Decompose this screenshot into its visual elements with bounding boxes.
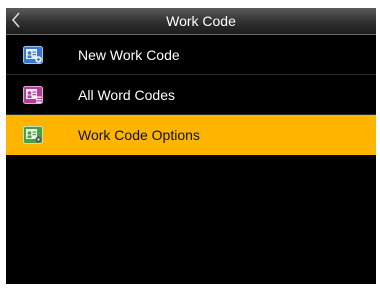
work-code-options-icon: [23, 126, 43, 144]
menu-item-all-work-codes[interactable]: All Word Codes: [6, 75, 376, 115]
title-bar: Work Code: [6, 8, 376, 35]
menu-item-work-code-options[interactable]: Work Code Options: [6, 115, 376, 155]
all-work-codes-icon: [23, 86, 43, 104]
menu-item-new-work-code[interactable]: New Work Code: [6, 35, 376, 75]
menu-item-label: All Word Codes: [78, 87, 176, 103]
page-title: Work Code: [166, 13, 236, 29]
menu-item-label: New Work Code: [78, 47, 180, 63]
menu-list: New Work Code All Word Codes Work Code O…: [6, 35, 376, 155]
new-work-code-icon: [23, 46, 43, 64]
menu-item-label: Work Code Options: [78, 127, 200, 143]
device-screen: Work Code New Work Code All Word Codes W…: [6, 8, 376, 284]
